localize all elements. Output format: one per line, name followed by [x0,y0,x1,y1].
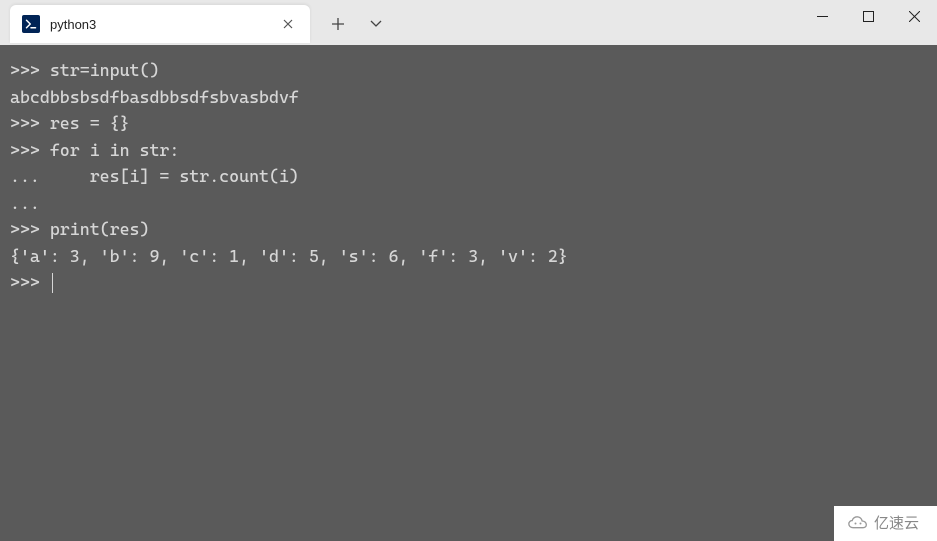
terminal-line: >>> res = {} [10,110,927,137]
powershell-icon [22,15,40,33]
close-window-button[interactable] [891,0,937,32]
watermark: 亿速云 [834,506,937,541]
terminal-prompt-line: >>> [10,269,927,296]
minimize-button[interactable] [799,0,845,32]
terminal-cursor [52,273,54,293]
terminal-line: ... res[i] = str.count(i) [10,163,927,190]
terminal-line: >>> for i in str: [10,137,927,164]
maximize-button[interactable] [845,0,891,32]
tab-actions [310,12,388,36]
terminal-prompt: >>> [10,272,50,292]
terminal-line: ... [10,190,927,217]
terminal-output[interactable]: >>> str=input() abcdbbsbsdfbasdbbsdfsbva… [0,45,937,541]
new-tab-button[interactable] [326,12,350,36]
terminal-line: {'a': 3, 'b': 9, 'c': 1, 'd': 5, 's': 6,… [10,243,927,270]
watermark-text: 亿速云 [874,512,919,535]
tab-container: python3 [0,0,388,43]
terminal-line: abcdbbsbsdfbasdbbsdfsbvasbdvf [10,84,927,111]
terminal-line: >>> print(res) [10,216,927,243]
window-controls [799,0,937,40]
tab-dropdown-button[interactable] [364,12,388,36]
terminal-line: >>> str=input() [10,57,927,84]
cloud-icon [848,513,868,533]
tab-close-button[interactable] [278,14,298,34]
window-titlebar: python3 [0,0,937,45]
tab-title: python3 [50,17,268,32]
terminal-tab[interactable]: python3 [10,5,310,43]
